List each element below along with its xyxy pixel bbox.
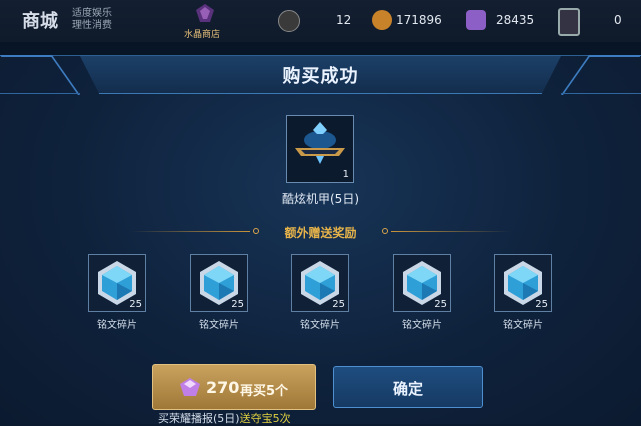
diamond-icon [466, 10, 486, 30]
gold-coin-icon [372, 10, 392, 30]
promo-highlight: 送夺宝5次 [239, 412, 291, 425]
reward-item-slot[interactable]: 25 [393, 254, 451, 312]
dialog-title: 购买成功 [282, 66, 359, 87]
reward-item-slot[interactable]: 25 [88, 254, 146, 312]
card-icon [558, 8, 580, 36]
reward-item-name: 铭文碎片 [300, 320, 340, 331]
shop-subtitle: 适度娱乐 理性消费 [72, 8, 112, 32]
buy-again-price: 270 [206, 378, 240, 397]
reward-item-count: 25 [434, 299, 447, 310]
reward-item-count: 25 [332, 299, 345, 310]
token-value: 12 [336, 13, 352, 27]
promo-text: 买荣耀播报(5日) [158, 412, 240, 425]
header-line-right [561, 93, 641, 94]
gold-coin-value: 171896 [396, 13, 442, 27]
token-icon [278, 10, 300, 32]
buy-again-label: 再买5个 [240, 384, 289, 399]
crystal-shop-label[interactable]: 水晶商店 [184, 27, 220, 40]
purchased-item-slot[interactable]: 1 [286, 115, 354, 183]
diamond-icon [180, 378, 200, 396]
reward-item-count: 25 [129, 299, 142, 310]
reward-item-slot[interactable]: 25 [291, 254, 349, 312]
reward-item-slot[interactable]: 25 [494, 254, 552, 312]
reward-item-slot[interactable]: 25 [190, 254, 248, 312]
subtitle-line-2: 理性消费 [72, 20, 112, 31]
reward-header: 额外赠送奖励 [284, 226, 357, 240]
header-line-left [0, 93, 80, 94]
reward-item-name: 铭文碎片 [402, 320, 442, 331]
reward-item-count: 25 [535, 299, 548, 310]
reward-item-name: 铭文碎片 [97, 320, 137, 331]
reward-item-count: 25 [231, 299, 244, 310]
card-value: 0 [614, 13, 622, 27]
crystal-shop-icon[interactable] [192, 2, 218, 24]
promo-footnote: 买荣耀播报(5日)送夺宝5次 [158, 410, 291, 426]
purchased-item-name: 酷炫机甲(5日) [282, 192, 359, 206]
confirm-label[interactable]: 确定 [333, 378, 483, 399]
shop-title: 商城 [22, 11, 58, 32]
purchased-item-count: 1 [342, 169, 349, 180]
subtitle-line-1: 适度娱乐 [72, 8, 112, 19]
reward-divider-right [391, 231, 511, 232]
reward-divider-dot-right [382, 228, 388, 234]
reward-item-name: 铭文碎片 [199, 320, 239, 331]
reward-item-name: 铭文碎片 [503, 320, 543, 331]
diamond-value: 28435 [496, 13, 535, 27]
